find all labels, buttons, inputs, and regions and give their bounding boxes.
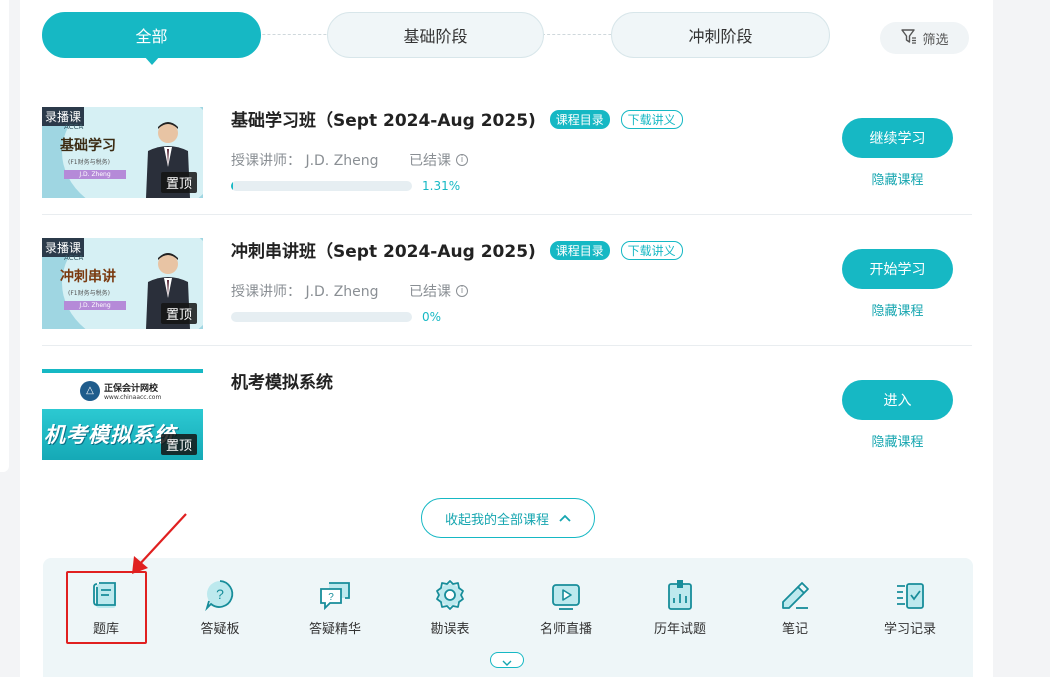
status-text: 已结课 [409,153,451,169]
progress-fill [231,181,234,191]
tool-qa-essence[interactable]: ? 答疑精华 [290,578,380,638]
tool-label: 历年试题 [653,622,706,637]
tool-errata[interactable]: 勘误表 [405,578,495,638]
progress-percent: 0% [422,310,442,324]
past-exams-icon [668,580,692,610]
hide-course-link[interactable]: 隐藏课程 [842,169,953,188]
enter-button[interactable]: 进入 [842,380,953,420]
tab-label: 基础阶段 [403,27,468,46]
status-text: 已结课 [409,284,451,300]
download-handout-badge[interactable]: 下载讲义 [620,110,683,129]
course-thumbnail[interactable]: △ 正保会计网校 www.chinaacc.com 机考模拟系统 置顶 [42,369,203,460]
qa-essence-icon: ? [320,582,350,611]
left-sidebar-edge [0,0,9,472]
thumb-url: www.chinaacc.com [104,394,162,401]
course-status: 已结课 i [409,150,468,170]
progress-percent: 1.31% [422,179,461,193]
catalog-badge[interactable]: 课程目录 [549,110,610,129]
thumb-author: J.D. Zheng [64,301,126,310]
info-icon[interactable]: i [456,285,468,297]
thumb-title: 冲刺串讲 [60,269,116,285]
collapse-label: 收起我的全部课程 [444,512,549,528]
tab-label: 冲刺阶段 [688,27,753,46]
thumb-subtitle: (F1财务与税务) [68,290,110,297]
live-icon [552,584,580,610]
tool-study-record[interactable]: 学习记录 [865,578,955,638]
tool-live[interactable]: 名师直播 [521,578,611,638]
progress-bar [231,181,412,191]
pin-top-label[interactable]: 置顶 [160,303,197,324]
tool-label: 答疑精华 [308,622,361,637]
download-handout-badge[interactable]: 下载讲义 [620,241,683,260]
tab-basic-stage[interactable]: 基础阶段 [327,12,544,58]
continue-study-button[interactable]: 继续学习 [842,118,953,158]
hide-course-link[interactable]: 隐藏课程 [842,431,953,450]
tab-all[interactable]: 全部 [42,12,261,65]
chevron-up-icon [559,511,571,526]
expand-tools-button[interactable] [490,652,524,668]
svg-text:?: ? [328,592,334,603]
svg-text:?: ? [216,586,224,602]
tab-label: 全部 [135,27,168,46]
thumb-author: J.D. Zheng [64,170,126,179]
progress-bar [231,312,412,322]
course-title-text: 基础学习班（Sept 2024-Aug 2025) [231,111,536,131]
filter-icon [900,27,918,49]
errata-icon [436,580,464,610]
start-study-button[interactable]: 开始学习 [842,249,953,289]
tab-sprint-stage[interactable]: 冲刺阶段 [611,12,830,58]
chevron-down-icon [502,651,512,670]
info-icon[interactable]: i [456,154,468,166]
course-item: 录播课 ACCA 冲刺串讲 (F1财务与税务) J.D. Zheng 置顶 冲刺… [42,215,972,346]
course-title[interactable]: 机考模拟系统 [231,368,333,393]
course-title[interactable]: 冲刺串讲班（Sept 2024-Aug 2025) 课程目录 下载讲义 [231,237,683,262]
thumb-brand: ACCA [64,123,84,131]
filter-button[interactable]: 筛选 [880,22,969,54]
teacher-label: 授课讲师： J.D. Zheng [231,153,379,169]
thumb-brand: 正保会计网校 [104,384,159,394]
filter-label: 筛选 [922,32,949,48]
tool-qa-board[interactable]: ? 答疑板 [175,578,265,638]
thumb-brand: ACCA [64,254,84,262]
notes-icon [782,582,809,609]
pin-top-label[interactable]: 置顶 [160,434,197,455]
hide-course-link[interactable]: 隐藏课程 [842,300,953,319]
catalog-badge[interactable]: 课程目录 [549,241,610,260]
tool-label: 答疑板 [200,622,240,637]
tool-label: 学习记录 [883,622,936,637]
course-thumbnail[interactable]: 录播课 ACCA 基础学习 (F1财务与税务) J.D. Zheng 置顶 [42,107,203,198]
course-thumbnail[interactable]: 录播课 ACCA 冲刺串讲 (F1财务与税务) J.D. Zheng 置顶 [42,238,203,329]
thumb-title: 基础学习 [60,138,116,154]
annotation-arrow-icon [132,513,187,574]
course-title-text: 机考模拟系统 [231,373,333,393]
course-title-text: 冲刺串讲班（Sept 2024-Aug 2025) [231,242,536,262]
thumb-title: 机考模拟系统 [44,423,176,447]
tool-label: 名师直播 [539,622,592,637]
course-title[interactable]: 基础学习班（Sept 2024-Aug 2025) 课程目录 下载讲义 [231,106,683,131]
study-record-icon [897,583,924,609]
tool-label: 勘误表 [430,622,470,637]
school-logo-icon: △ [80,381,100,401]
tool-label: 笔记 [781,622,808,637]
thumb-subtitle: (F1财务与税务) [68,159,110,166]
qa-board-icon: ? [205,580,234,612]
annotation-highlight-box [66,571,147,644]
collapse-courses-button[interactable]: 收起我的全部课程 [421,498,595,538]
course-status: 已结课 i [409,281,468,301]
tool-notes[interactable]: 笔记 [750,578,840,638]
teacher-label: 授课讲师： J.D. Zheng [231,284,379,300]
tool-past-exams[interactable]: 历年试题 [635,578,725,638]
course-item: 录播课 ACCA 基础学习 (F1财务与税务) J.D. Zheng 置顶 基础… [42,84,972,215]
stage-tabs: 全部 基础阶段 冲刺阶段 [42,12,830,65]
course-item: △ 正保会计网校 www.chinaacc.com 机考模拟系统 置顶 机考模拟… [42,346,972,477]
pin-top-label[interactable]: 置顶 [160,172,197,193]
